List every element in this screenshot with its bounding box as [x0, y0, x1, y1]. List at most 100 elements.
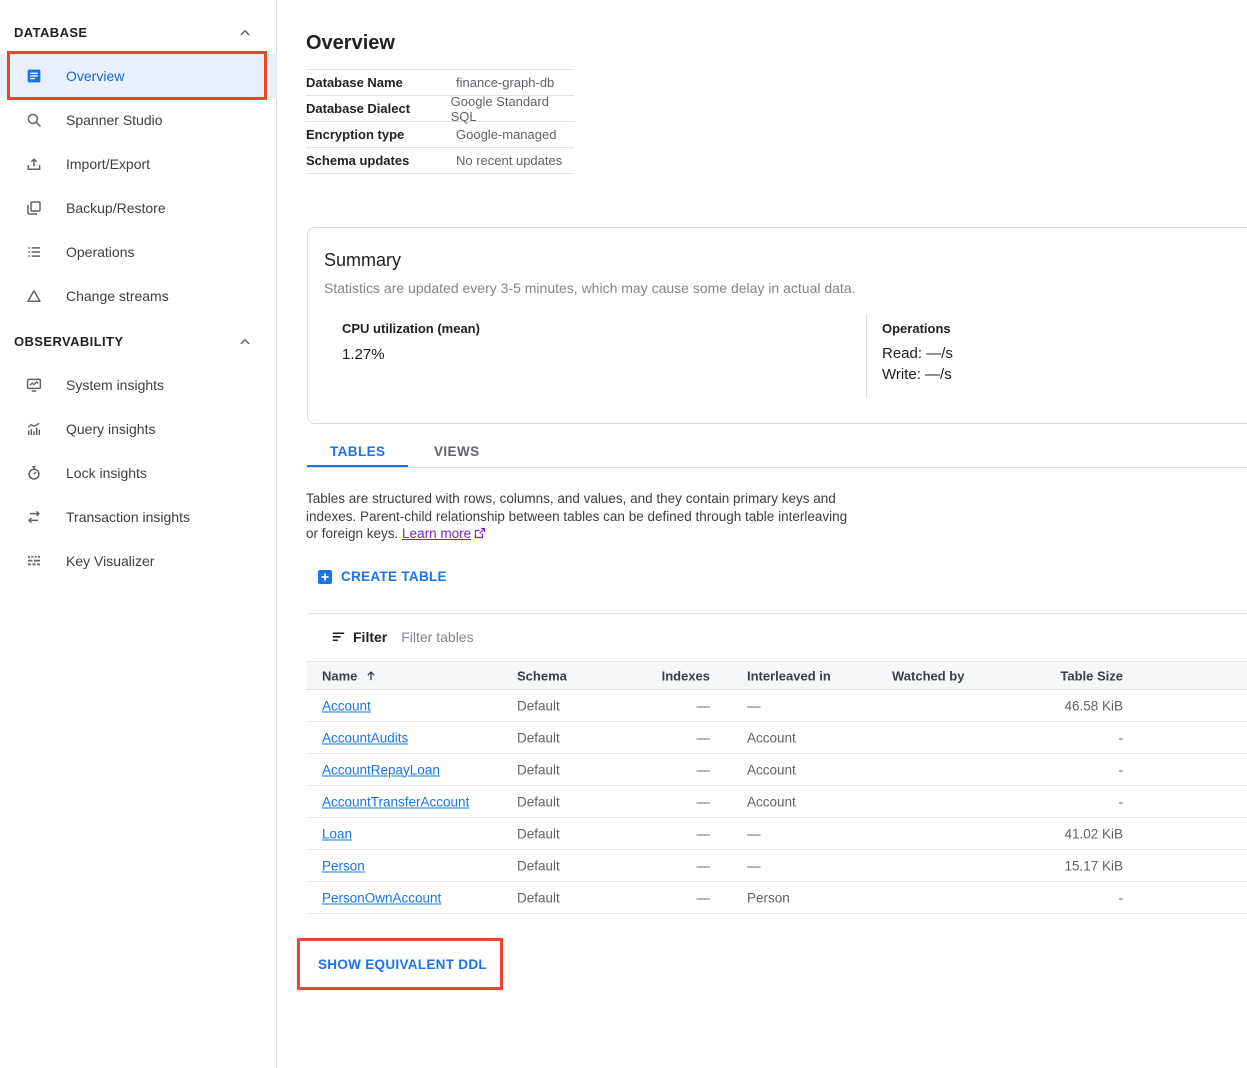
cell-interleaved-in: Account: [747, 794, 796, 809]
cell-table-size: -: [956, 890, 1123, 905]
details-row: Database Dialect Google Standard SQL: [306, 96, 574, 122]
summary-card: Summary Statistics are updated every 3-5…: [307, 227, 1247, 424]
filter-bar: Filter: [330, 627, 641, 647]
table-link-accounttransferaccount[interactable]: AccountTransferAccount: [322, 794, 469, 809]
sidebar-item-label: Key Visualizer: [66, 553, 154, 569]
sidebar-item-backup-restore[interactable]: Backup/Restore: [0, 186, 277, 230]
operations-label: Operations: [882, 321, 953, 336]
sidebar-item-label: Change streams: [66, 288, 169, 304]
cell-indexes: —: [636, 826, 710, 841]
table-header-row: Name Schema Indexes Interleaved in Watch…: [306, 661, 1247, 690]
details-label: Schema updates: [306, 153, 456, 168]
system-insights-monitor-icon: [25, 376, 43, 394]
cell-schema: Default: [517, 826, 560, 841]
table-row: PersonOwnAccount Default — Person -: [306, 882, 1247, 914]
details-value: No recent updates: [456, 153, 562, 168]
chevron-up-icon[interactable]: [236, 24, 254, 42]
tables-description: Tables are structured with rows, columns…: [306, 490, 862, 543]
sidebar-item-label: Backup/Restore: [66, 200, 166, 216]
lock-insights-stopwatch-icon: [25, 464, 43, 482]
column-header-indexes: Indexes: [636, 668, 710, 683]
sidebar-item-label: Import/Export: [66, 156, 150, 172]
cell-schema: Default: [517, 794, 560, 809]
sidebar-section-observability: OBSERVABILITY: [14, 334, 123, 349]
learn-more-link[interactable]: Learn more: [402, 526, 471, 541]
details-row: Schema updates No recent updates: [306, 148, 574, 174]
database-details-table: Database Name finance-graph-db Database …: [306, 69, 574, 174]
cell-table-size: -: [956, 730, 1123, 745]
sidebar-item-lock-insights[interactable]: Lock insights: [0, 451, 277, 495]
cell-indexes: —: [636, 698, 710, 713]
column-header-name[interactable]: Name: [322, 668, 378, 683]
sidebar-item-operations[interactable]: Operations: [0, 230, 277, 274]
details-value: Google-managed: [456, 127, 556, 142]
table-link-account[interactable]: Account: [322, 698, 371, 713]
cell-interleaved-in: Account: [747, 762, 796, 777]
sidebar-item-transaction-insights[interactable]: Transaction insights: [0, 495, 277, 539]
cell-interleaved-in: Person: [747, 890, 790, 905]
column-header-interleaved-in: Interleaved in: [747, 668, 831, 683]
tab-tables[interactable]: TABLES: [330, 444, 385, 459]
plus-square-icon: [318, 570, 332, 584]
details-label: Database Dialect: [306, 101, 451, 116]
sidebar-item-label: Transaction insights: [66, 509, 190, 525]
filter-icon[interactable]: [330, 629, 347, 646]
sidebar-item-key-visualizer[interactable]: Key Visualizer: [0, 539, 277, 583]
cell-indexes: —: [636, 890, 710, 905]
cell-schema: Default: [517, 762, 560, 777]
table-row: Account Default — — 46.58 KiB: [306, 690, 1247, 722]
table-row: AccountTransferAccount Default — Account…: [306, 786, 1247, 818]
table-link-accountrepayloan[interactable]: AccountRepayLoan: [322, 762, 440, 777]
query-insights-chart-icon: [25, 420, 43, 438]
cell-indexes: —: [636, 858, 710, 873]
upload-icon: [25, 155, 43, 173]
search-icon: [25, 111, 43, 129]
summary-subtitle: Statistics are updated every 3-5 minutes…: [324, 280, 856, 296]
filter-tables-input[interactable]: [401, 629, 641, 645]
cell-interleaved-in: Account: [747, 730, 796, 745]
chevron-up-icon[interactable]: [236, 333, 254, 351]
cell-indexes: —: [636, 730, 710, 745]
section-divider: [307, 613, 1247, 614]
backup-restore-icon: [25, 199, 43, 217]
operations-write-value: Write: —/s: [882, 366, 953, 383]
show-equivalent-ddl-button[interactable]: SHOW EQUIVALENT DDL: [318, 957, 487, 972]
tables-description-text: Tables are structured with rows, columns…: [306, 491, 847, 541]
spanner-database-overview-page: DATABASE Overview Spanner Studio Import/…: [0, 0, 1247, 1068]
table-row: AccountRepayLoan Default — Account -: [306, 754, 1247, 786]
details-value: Google Standard SQL: [451, 94, 574, 124]
filter-label: Filter: [353, 629, 387, 645]
cell-table-size: 15.17 KiB: [956, 858, 1123, 873]
sidebar: DATABASE Overview Spanner Studio Import/…: [0, 0, 277, 1068]
table-row: Person Default — — 15.17 KiB: [306, 850, 1247, 882]
cell-indexes: —: [636, 762, 710, 777]
cell-schema: Default: [517, 698, 560, 713]
create-table-button[interactable]: CREATE TABLE: [318, 569, 447, 584]
column-header-watched-by: Watched by: [892, 668, 964, 683]
cell-table-size: -: [956, 794, 1123, 809]
stats-divider: [866, 314, 867, 398]
sidebar-item-spanner-studio[interactable]: Spanner Studio: [0, 98, 277, 142]
cell-table-size: -: [956, 762, 1123, 777]
table-link-person[interactable]: Person: [322, 858, 365, 873]
details-value: finance-graph-db: [456, 75, 554, 90]
table-link-loan[interactable]: Loan: [322, 826, 352, 841]
sidebar-item-change-streams[interactable]: Change streams: [0, 274, 277, 318]
table-link-accountaudits[interactable]: AccountAudits: [322, 730, 408, 745]
summary-title: Summary: [324, 250, 401, 271]
sidebar-item-query-insights[interactable]: Query insights: [0, 407, 277, 451]
tables-list: Name Schema Indexes Interleaved in Watch…: [306, 661, 1247, 914]
sidebar-item-label: Operations: [66, 244, 134, 260]
transaction-arrows-icon: [25, 508, 43, 526]
table-row: AccountAudits Default — Account -: [306, 722, 1247, 754]
cell-schema: Default: [517, 890, 560, 905]
sidebar-item-system-insights[interactable]: System insights: [0, 363, 277, 407]
cell-table-size: 41.02 KiB: [956, 826, 1123, 841]
sidebar-item-overview[interactable]: Overview: [0, 54, 277, 98]
cpu-utilization-value: 1.27%: [342, 346, 480, 363]
tab-baseline-divider: [307, 467, 1247, 468]
sidebar-item-import-export[interactable]: Import/Export: [0, 142, 277, 186]
tab-views[interactable]: VIEWS: [434, 444, 480, 459]
operations-list-icon: [25, 243, 43, 261]
table-link-personownaccount[interactable]: PersonOwnAccount: [322, 890, 441, 905]
